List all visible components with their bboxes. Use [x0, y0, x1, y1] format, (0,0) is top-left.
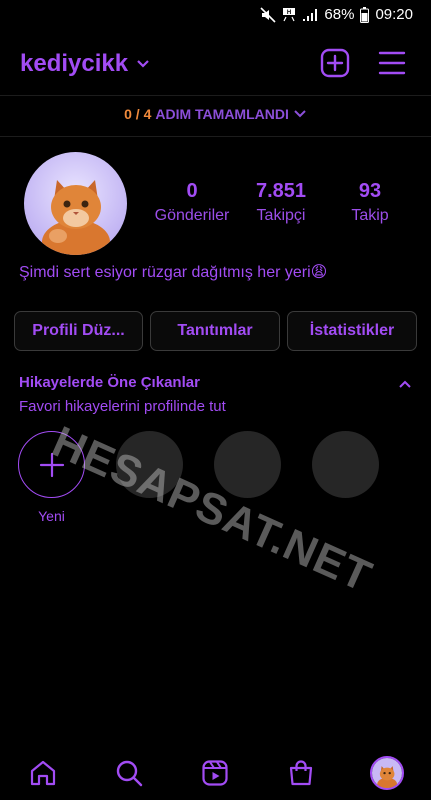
profile-header: kediycikk: [0, 44, 431, 88]
plus-icon: [39, 452, 64, 477]
stat-posts[interactable]: 0 Gönderiler: [142, 180, 242, 225]
nav-search[interactable]: [111, 755, 147, 791]
highlights-subtitle: Favori hikayelerini profilinde tut: [19, 398, 226, 415]
promotions-button[interactable]: Tanıtımlar: [150, 311, 280, 351]
hamburger-icon: [378, 51, 406, 75]
signal-icon: [303, 8, 318, 21]
highlight-placeholder: [116, 431, 183, 498]
home-icon: [30, 760, 56, 786]
highlight-placeholder: [312, 431, 379, 498]
stat-following[interactable]: 93 Takip: [320, 180, 420, 225]
chevron-down-icon: [137, 60, 149, 68]
plus-square-icon: [320, 48, 350, 78]
profile-avatar[interactable]: [24, 152, 127, 255]
search-icon: [116, 760, 143, 787]
steps-label: ADIM TAMAMLANDI: [155, 106, 289, 122]
username: kediycikk: [20, 50, 129, 77]
followers-count: 7.851: [255, 180, 307, 202]
followers-label: Takipçi: [256, 207, 306, 224]
nav-reels[interactable]: [197, 755, 233, 791]
chevron-up-icon: [399, 380, 411, 388]
insights-button[interactable]: İstatistikler: [287, 311, 417, 351]
account-switcher[interactable]: kediycikk: [20, 50, 150, 78]
profile-steps-bar[interactable]: 0 / 4 ADIM TAMAMLANDI: [0, 106, 431, 122]
new-highlight-label: Yeni: [38, 508, 65, 524]
highlight-placeholder: [214, 431, 281, 498]
profile-bio: Şimdi sert esiyor rüzgar dağıtmış her ye…: [19, 264, 328, 281]
nav-home[interactable]: [25, 755, 61, 791]
highlights-title: Hikayelerde Öne Çıkanlar: [19, 374, 200, 391]
profile-thumbnail: [370, 756, 404, 790]
steps-progress: 0 / 4: [124, 106, 152, 122]
steps-divider: [0, 136, 431, 137]
shopping-bag-icon: [289, 760, 313, 786]
menu-button[interactable]: [378, 50, 406, 81]
clock: 09:20: [375, 6, 413, 23]
nav-shop[interactable]: [283, 755, 319, 791]
following-count: 93: [358, 180, 382, 202]
following-label: Takip: [351, 207, 389, 224]
highlights-collapse-button[interactable]: [399, 376, 411, 394]
edit-profile-button[interactable]: Profili Düz...: [14, 311, 143, 351]
create-button[interactable]: [320, 48, 350, 83]
battery-percent: 68%: [324, 6, 355, 23]
mute-icon: [260, 6, 276, 23]
stat-followers[interactable]: 7.851 Takipçi: [231, 180, 331, 225]
battery-icon: [360, 6, 370, 23]
cat-photo: [24, 152, 127, 255]
cat-thumbnail: [372, 758, 402, 788]
svg-text:H: H: [287, 10, 291, 16]
status-bar: H 68% 09:20: [0, 0, 431, 30]
reels-icon: [202, 760, 228, 786]
nav-profile[interactable]: [369, 755, 405, 791]
posts-count: 0: [186, 180, 198, 202]
new-highlight-button[interactable]: [18, 431, 85, 498]
posts-label: Gönderiler: [154, 207, 230, 224]
hd-icon: H: [283, 7, 296, 21]
bottom-nav: [0, 745, 431, 800]
chevron-down-icon: [294, 110, 306, 118]
header-divider: [0, 95, 431, 96]
